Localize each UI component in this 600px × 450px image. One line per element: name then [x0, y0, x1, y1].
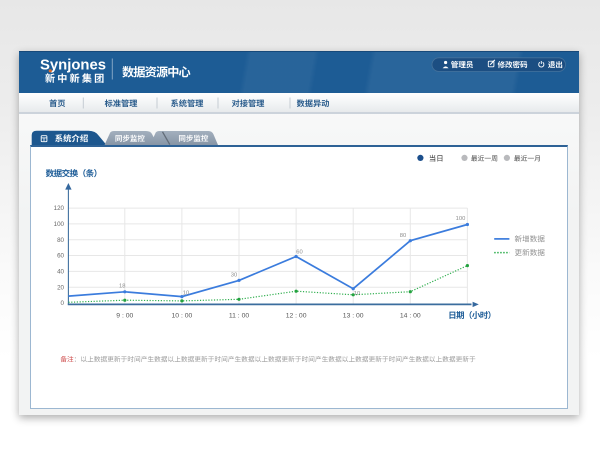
- svg-text:100: 100: [54, 221, 65, 228]
- svg-text:40: 40: [57, 269, 64, 276]
- svg-text:120: 120: [54, 205, 65, 212]
- svg-text:80: 80: [57, 237, 64, 244]
- svg-text:10 : 00: 10 : 00: [172, 313, 193, 320]
- svg-text:13 : 00: 13 : 00: [343, 313, 364, 320]
- svg-text:0: 0: [61, 300, 65, 307]
- svg-text:60: 60: [296, 250, 302, 256]
- svg-text:80: 80: [400, 233, 406, 239]
- svg-text:9 : 00: 9 : 00: [116, 313, 133, 320]
- svg-text:20: 20: [57, 284, 64, 291]
- svg-text:10: 10: [354, 291, 360, 297]
- svg-text:18: 18: [119, 283, 125, 289]
- svg-text:12 : 00: 12 : 00: [286, 313, 307, 320]
- svg-text:60: 60: [57, 253, 64, 260]
- svg-text:100: 100: [456, 216, 466, 222]
- svg-text:30: 30: [231, 273, 237, 279]
- svg-text:14 : 00: 14 : 00: [400, 313, 421, 320]
- svg-text:10: 10: [183, 291, 189, 297]
- svg-text:11 : 00: 11 : 00: [229, 313, 250, 320]
